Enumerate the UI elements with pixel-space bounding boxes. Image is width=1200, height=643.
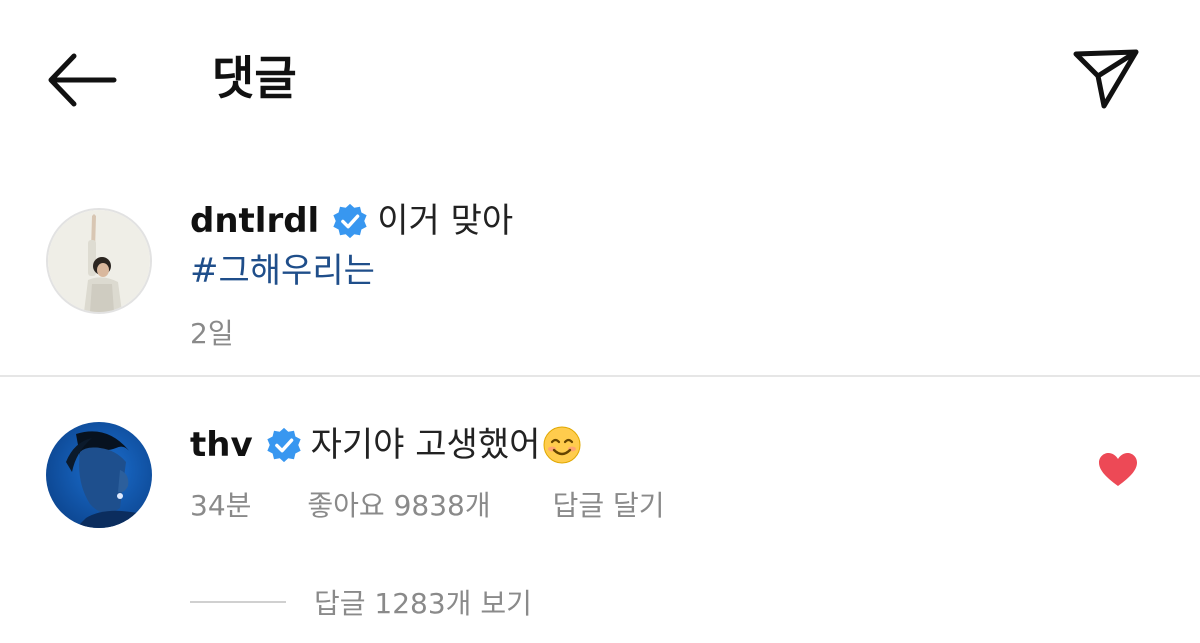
comment-text: 자기야 고생했어 [310, 425, 541, 465]
arrow-left-icon[interactable] [44, 50, 118, 110]
comment-line: thv 자기야 고생했어 [190, 420, 665, 470]
likes-count-link[interactable]: 좋아요 9838개 [307, 486, 490, 526]
view-replies-button[interactable]: 답글 1283개 보기 [190, 582, 532, 622]
replies-divider-line [190, 601, 286, 603]
username[interactable]: dntlrdl [190, 196, 319, 246]
comment-time: 34분 [190, 489, 252, 522]
comment-meta: 2일 [190, 314, 513, 354]
divider [0, 375, 1200, 377]
comments-header: 댓글 [0, 0, 1200, 160]
verified-badge-icon [333, 203, 367, 239]
reply-button[interactable]: 답글 달기 [553, 486, 665, 526]
page-title: 댓글 [212, 51, 297, 105]
comment-meta: 34분 좋아요 9838개 답글 달기 [190, 486, 665, 526]
view-replies-label: 답글 1283개 보기 [314, 587, 532, 620]
hashtag-link[interactable]: #그해우리는 [190, 246, 513, 296]
comment-body: thv 자기야 고생했어 34분 좋아요 9838개 답글 달기 [190, 420, 665, 526]
comment-time: 2일 [190, 317, 234, 350]
paper-plane-icon[interactable] [1068, 42, 1144, 112]
verified-badge-icon [267, 427, 301, 463]
comment-text: 이거 맞아 [377, 201, 514, 241]
comment-body: dntlrdl 이거 맞아 #그해우리는 2일 [190, 196, 513, 354]
avatar[interactable] [46, 422, 152, 528]
comment-item: thv 자기야 고생했어 34분 좋아요 9838개 답글 달기 [0, 420, 1200, 560]
heart-icon[interactable] [1098, 452, 1138, 488]
username[interactable]: thv [190, 420, 253, 470]
smiling-face-icon [543, 426, 581, 464]
comment-item: dntlrdl 이거 맞아 #그해우리는 2일 [0, 196, 1200, 376]
avatar[interactable] [46, 208, 152, 314]
comment-line: dntlrdl 이거 맞아 [190, 196, 513, 246]
